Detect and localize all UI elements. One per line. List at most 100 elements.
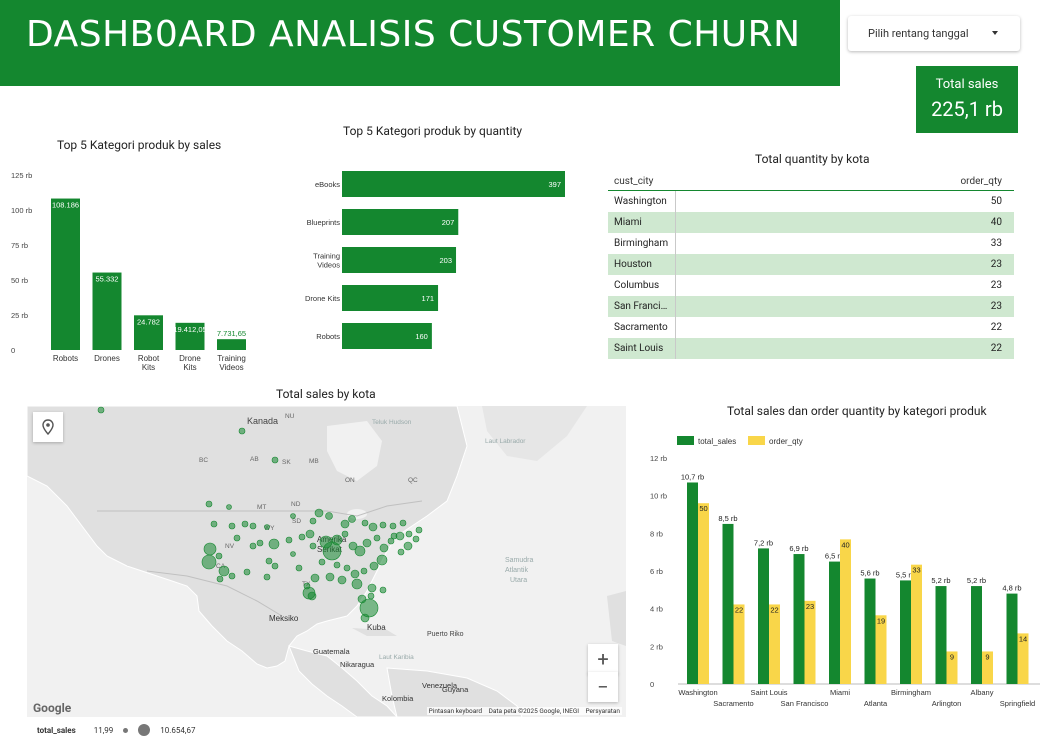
bar-order-qty[interactable]: [804, 600, 816, 684]
bar-order-qty[interactable]: [769, 604, 780, 684]
map-bubble[interactable]: [218, 565, 230, 577]
map-bubble[interactable]: [268, 538, 280, 550]
map-bubble[interactable]: [97, 406, 105, 414]
map-bubble[interactable]: [379, 586, 387, 594]
bar[interactable]: [92, 272, 122, 350]
table-row[interactable]: Columbus 23: [608, 275, 1014, 296]
date-range-picker[interactable]: Pilih rentang tanggal: [848, 16, 1020, 51]
map-bubble[interactable]: [367, 583, 377, 593]
map-bubble[interactable]: [354, 545, 366, 557]
map-bubble[interactable]: [263, 573, 271, 581]
bar-order-qty[interactable]: [733, 604, 745, 684]
map-bubble[interactable]: [305, 529, 315, 539]
map-bubble[interactable]: [390, 532, 398, 540]
map-bubble[interactable]: [256, 539, 264, 547]
bar-total-sales[interactable]: [758, 548, 769, 684]
map-bubble[interactable]: [367, 592, 375, 600]
map-bubble[interactable]: [226, 504, 232, 510]
bar-total-sales[interactable]: [935, 586, 947, 684]
table-row[interactable]: Washington 50: [608, 191, 1014, 212]
map-bubble[interactable]: [348, 515, 356, 523]
location-pin-icon[interactable]: [33, 412, 63, 442]
map-bubble[interactable]: [341, 530, 349, 538]
map-bubble[interactable]: [298, 533, 306, 541]
table-row[interactable]: Houston 23: [608, 254, 1014, 275]
map-bubble[interactable]: [210, 520, 218, 528]
bar-total-sales[interactable]: [687, 482, 698, 684]
table-row[interactable]: San Franci… 23: [608, 296, 1014, 317]
bar-order-qty[interactable]: [698, 503, 709, 684]
map-bubble[interactable]: [302, 586, 316, 600]
map-bubble[interactable]: [376, 554, 388, 566]
map-bubble[interactable]: [228, 522, 236, 530]
bar-order-qty[interactable]: [911, 564, 922, 684]
map-bubble[interactable]: [379, 543, 389, 553]
map-bubble[interactable]: [233, 534, 241, 542]
bar-total-sales[interactable]: [864, 578, 876, 684]
map-bubble[interactable]: [350, 569, 360, 579]
table-row[interactable]: Miami 40: [608, 212, 1014, 233]
map-bubble[interactable]: [325, 512, 333, 520]
map-bubble[interactable]: [243, 568, 251, 576]
map-bubble[interactable]: [314, 508, 324, 518]
map-bubble[interactable]: [309, 517, 317, 525]
map-bubble[interactable]: [290, 551, 296, 557]
map-bubble[interactable]: [271, 456, 279, 464]
column-header-qty[interactable]: order_qty: [676, 176, 1014, 187]
bar-total-sales[interactable]: [900, 580, 911, 684]
map-bubble[interactable]: [373, 534, 381, 542]
map-bubble[interactable]: [412, 535, 420, 543]
bar-total-sales[interactable]: [722, 523, 734, 684]
table-row[interactable]: Sacramento 22: [608, 317, 1014, 338]
map-bubble[interactable]: [205, 500, 213, 508]
column-header-city[interactable]: cust_city: [608, 176, 676, 187]
map-bubble[interactable]: [309, 542, 317, 550]
map-bubble[interactable]: [405, 530, 413, 538]
bar-total-sales[interactable]: [971, 586, 982, 684]
table-row[interactable]: Saint Louis 22: [608, 338, 1014, 359]
map-bubble[interactable]: [318, 558, 326, 566]
zoom-out-button[interactable]: −: [588, 672, 618, 702]
map-bubble[interactable]: [368, 522, 378, 532]
map-bubble[interactable]: [325, 572, 335, 582]
map-bubble[interactable]: [201, 554, 217, 570]
map-bubble[interactable]: [228, 572, 236, 580]
map-bubble[interactable]: [271, 562, 279, 570]
map-bubble[interactable]: [343, 564, 351, 572]
map-bubble[interactable]: [215, 552, 223, 560]
terms-link[interactable]: Persyaratan: [586, 707, 621, 715]
map-bubble[interactable]: [295, 564, 303, 572]
map-bubble[interactable]: [264, 524, 270, 530]
map-canvas[interactable]: Kanada Teluk Hudson Laut Labrador BC AB SK MB O…: [27, 406, 626, 717]
map-bubble[interactable]: [337, 575, 347, 585]
map-bubble[interactable]: [203, 542, 217, 556]
map-bubble[interactable]: [333, 561, 341, 569]
map-bubble[interactable]: [359, 598, 379, 618]
map-bubble[interactable]: [290, 513, 296, 519]
map-bubble[interactable]: [249, 522, 257, 530]
map-bubble[interactable]: [379, 521, 387, 529]
bar-total-sales[interactable]: [1006, 593, 1018, 684]
bar[interactable]: [51, 198, 80, 350]
map-bubble[interactable]: [389, 522, 397, 530]
map-bubble[interactable]: [310, 573, 320, 583]
zoom-in-button[interactable]: +: [588, 644, 618, 674]
map-bubble[interactable]: [360, 613, 370, 623]
map-bubble[interactable]: [265, 557, 273, 565]
sales-by-city-map[interactable]: Kanada Teluk Hudson Laut Labrador BC AB SK MB O…: [27, 406, 626, 717]
map-bubble[interactable]: [331, 534, 343, 546]
map-bubble[interactable]: [360, 567, 368, 575]
keyboard-shortcuts-link[interactable]: Pintasan keyboard: [429, 707, 482, 715]
map-bubble[interactable]: [397, 548, 405, 556]
bar-order-qty[interactable]: [875, 615, 887, 684]
table-row[interactable]: Birmingham 33: [608, 233, 1014, 254]
bar-total-sales[interactable]: [829, 561, 840, 684]
map-bubble[interactable]: [340, 519, 350, 529]
map-bubble[interactable]: [238, 427, 246, 435]
map-bubble[interactable]: [403, 541, 413, 551]
bar[interactable]: [217, 339, 246, 350]
map-bubble[interactable]: [362, 538, 372, 548]
bar[interactable]: [342, 171, 565, 197]
map-bubble[interactable]: [399, 519, 407, 527]
map-bubble[interactable]: [415, 526, 423, 534]
